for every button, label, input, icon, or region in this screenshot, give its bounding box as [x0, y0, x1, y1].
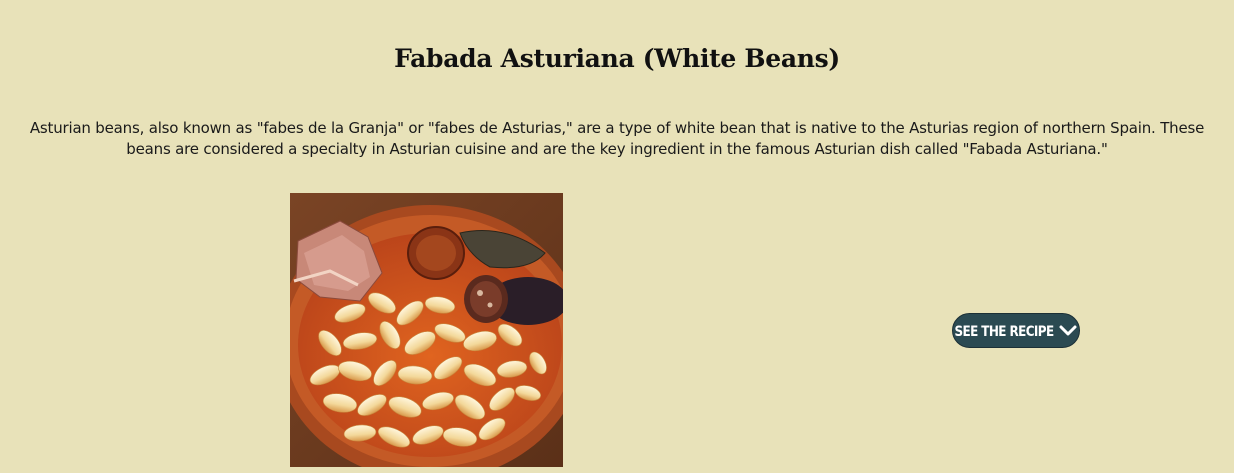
recipe-description: Asturian beans, also known as "fabes de … [29, 119, 1205, 158]
see-recipe-button[interactable]: SEE THE RECIPE [952, 313, 1080, 348]
see-recipe-label: SEE THE RECIPE [954, 322, 1054, 339]
recipe-title: Fabada Asturiana (White Beans) [394, 44, 840, 73]
fabada-dish-image [290, 193, 563, 467]
chevron-down-icon [1058, 324, 1078, 338]
